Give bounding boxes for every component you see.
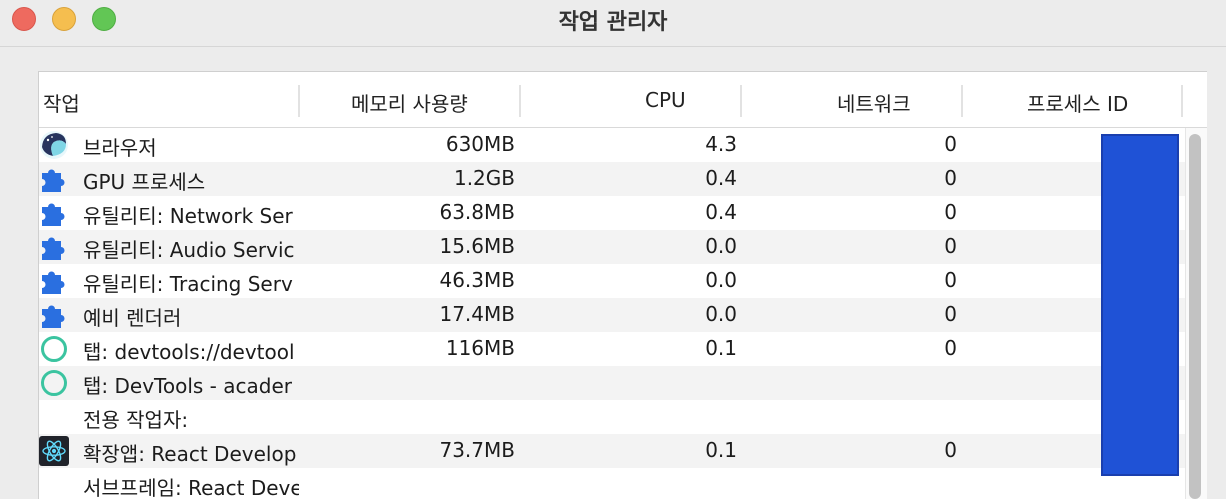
puzzle-icon <box>42 305 65 328</box>
table-row[interactable]: 탭: devtools://devtool 116MB 0.1 0 <box>39 332 1185 366</box>
cpu-value: 4.3 <box>705 132 737 156</box>
task-name: 유틸리티: Audio Servic <box>83 238 295 262</box>
memory-value: 63.8MB <box>439 200 515 224</box>
table-row[interactable]: 확장앱: React Develop 73.7MB 0.1 0 <box>39 434 1185 468</box>
network-value: 0 <box>944 200 957 224</box>
column-header-task[interactable]: 작업 <box>43 88 80 117</box>
window-title: 작업 관리자 <box>558 10 668 35</box>
network-value: 0 <box>944 268 957 292</box>
table-row[interactable]: GPU 프로세스 1.2GB 0.4 0 <box>39 162 1185 196</box>
cpu-value: 0.1 <box>705 336 737 360</box>
table-row[interactable]: 브라우저 630MB 4.3 0 <box>39 128 1185 162</box>
task-name: 탭: DevTools - acader <box>83 374 292 398</box>
network-value: 0 <box>944 132 957 156</box>
process-id-highlight <box>1101 134 1179 476</box>
network-value: 0 <box>944 166 957 190</box>
memory-value: 1.2GB <box>453 166 515 190</box>
network-value: 0 <box>944 438 957 462</box>
table-row[interactable]: 유틸리티: Audio Servic 15.6MB 0.0 0 <box>39 230 1185 264</box>
task-name: 탭: devtools://devtool <box>83 340 295 364</box>
column-header-cpu[interactable]: CPU <box>645 88 686 112</box>
memory-value: 46.3MB <box>439 268 515 292</box>
task-name: 확장앱: React Develop <box>83 442 297 466</box>
react-icon <box>39 436 69 466</box>
memory-value: 630MB <box>445 132 515 156</box>
table-row[interactable]: 예비 렌더러 17.4MB 0.0 0 <box>39 298 1185 332</box>
memory-value: 15.6MB <box>439 234 515 258</box>
tab-circle-icon <box>41 370 67 396</box>
memory-value: 116MB <box>445 336 515 360</box>
task-name: 브라우저 <box>83 136 157 160</box>
puzzle-icon <box>42 203 65 226</box>
table-row[interactable]: 탭: DevTools - acader <box>39 366 1185 400</box>
network-value: 0 <box>944 234 957 258</box>
cpu-value: 0.0 <box>705 268 737 292</box>
cpu-value: 0.4 <box>705 166 737 190</box>
column-divider[interactable] <box>740 85 742 117</box>
table-row[interactable]: 서브프레임: React Deve <box>39 468 1185 499</box>
memory-value: 73.7MB <box>439 438 515 462</box>
tab-circle-icon <box>41 336 67 362</box>
column-header-memory[interactable]: 메모리 사용량 <box>351 88 468 117</box>
table-row[interactable]: 유틸리티: Tracing Serv 46.3MB 0.0 0 <box>39 264 1185 298</box>
table-header: 작업 메모리 사용량 CPU 네트워크 프로세스 ID <box>39 72 1207 128</box>
table-row[interactable]: 유틸리티: Network Ser 63.8MB 0.4 0 <box>39 196 1185 230</box>
memory-value: 17.4MB <box>439 302 515 326</box>
network-value: 0 <box>944 336 957 360</box>
column-divider[interactable] <box>1181 85 1183 117</box>
column-divider[interactable] <box>519 85 521 117</box>
column-divider[interactable] <box>298 85 300 117</box>
column-divider[interactable] <box>961 85 963 117</box>
whale-browser-icon <box>40 131 68 159</box>
cpu-value: 0.1 <box>705 438 737 462</box>
scrollbar-thumb[interactable] <box>1189 134 1201 499</box>
cpu-value: 0.0 <box>705 234 737 258</box>
task-name: 유틸리티: Network Ser <box>83 204 293 228</box>
column-header-network[interactable]: 네트워크 <box>837 88 911 117</box>
puzzle-icon <box>42 169 65 192</box>
task-name: 전용 작업자: <box>83 408 189 432</box>
task-name: 서브프레임: React Deve <box>83 476 299 499</box>
puzzle-icon <box>42 237 65 260</box>
task-name: GPU 프로세스 <box>83 170 206 194</box>
task-table: 작업 메모리 사용량 CPU 네트워크 프로세스 ID 브라우저 630MB 4… <box>38 71 1207 499</box>
task-name: 예비 렌더러 <box>83 306 182 330</box>
network-value: 0 <box>944 302 957 326</box>
table-row[interactable]: 전용 작업자: <box>39 400 1185 434</box>
puzzle-icon <box>42 271 65 294</box>
cpu-value: 0.4 <box>705 200 737 224</box>
cpu-value: 0.0 <box>705 302 737 326</box>
task-name: 유틸리티: Tracing Serv <box>83 272 293 296</box>
column-header-process-id[interactable]: 프로세스 ID <box>1027 88 1128 117</box>
title-bar: 작업 관리자 <box>0 0 1226 47</box>
